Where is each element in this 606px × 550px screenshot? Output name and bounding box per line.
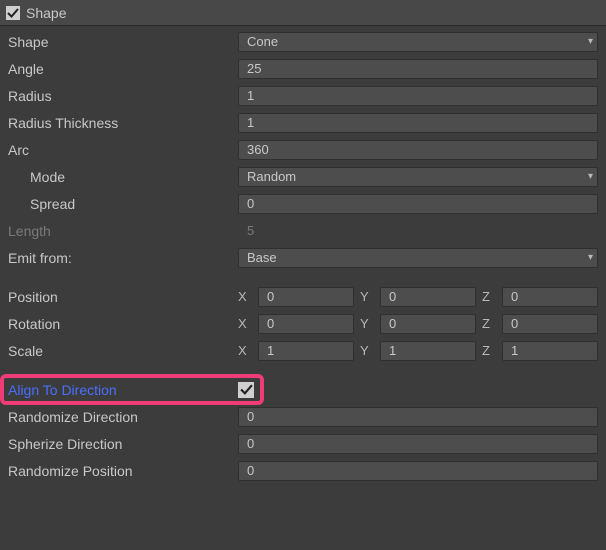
spherize-direction-label: Spherize Direction xyxy=(8,436,238,452)
y-label: Y xyxy=(360,316,374,331)
angle-row: Angle 25 xyxy=(0,55,606,82)
mode-value: Random xyxy=(247,169,296,184)
arc-field[interactable]: 360 xyxy=(238,140,598,160)
dropdown-caret-icon: ▾ xyxy=(588,37,593,47)
align-to-direction-label: Align To Direction xyxy=(8,382,238,398)
dropdown-caret-icon: ▾ xyxy=(588,172,593,182)
randomize-direction-row: Randomize Direction 0 xyxy=(0,403,606,430)
module-enable-checkbox[interactable] xyxy=(6,6,20,20)
y-label: Y xyxy=(360,289,374,304)
mode-row: Mode Random ▾ xyxy=(0,163,606,190)
z-label: Z xyxy=(482,316,496,331)
align-to-direction-checkbox[interactable] xyxy=(238,382,254,398)
emit-from-dropdown[interactable]: Base ▾ xyxy=(238,248,598,268)
randomize-position-field[interactable]: 0 xyxy=(238,461,598,481)
x-label: X xyxy=(238,316,252,331)
x-label: X xyxy=(238,343,252,358)
module-header[interactable]: Shape xyxy=(0,0,606,26)
emit-from-label: Emit from: xyxy=(8,250,238,266)
scale-z-field[interactable]: 1 xyxy=(502,341,598,361)
length-field: 5 xyxy=(238,221,598,241)
z-label: Z xyxy=(482,289,496,304)
dropdown-caret-icon: ▾ xyxy=(588,253,593,263)
mode-label: Mode xyxy=(8,169,238,185)
x-label: X xyxy=(238,289,252,304)
rotation-row: Rotation X0 Y0 Z0 xyxy=(0,310,606,337)
length-row: Length 5 xyxy=(0,217,606,244)
shape-label: Shape xyxy=(8,34,238,50)
randomize-position-label: Randomize Position xyxy=(8,463,238,479)
emit-from-value: Base xyxy=(247,250,277,265)
length-label: Length xyxy=(8,223,238,239)
spread-row: Spread 0 xyxy=(0,190,606,217)
spread-field[interactable]: 0 xyxy=(238,194,598,214)
arc-label: Arc xyxy=(8,142,238,158)
scale-row: Scale X1 Y1 Z1 xyxy=(0,337,606,364)
align-to-direction-row: Align To Direction xyxy=(0,376,606,403)
shape-value: Cone xyxy=(247,34,278,49)
radius-field[interactable]: 1 xyxy=(238,86,598,106)
position-z-field[interactable]: 0 xyxy=(502,287,598,307)
radius-row: Radius 1 xyxy=(0,82,606,109)
position-label: Position xyxy=(8,289,238,305)
module-title: Shape xyxy=(26,5,66,21)
randomize-direction-label: Randomize Direction xyxy=(8,409,238,425)
radius-label: Radius xyxy=(8,88,238,104)
radius-thickness-field[interactable]: 1 xyxy=(238,113,598,133)
rotation-z-field[interactable]: 0 xyxy=(502,314,598,334)
z-label: Z xyxy=(482,343,496,358)
randomize-direction-field[interactable]: 0 xyxy=(238,407,598,427)
radius-thickness-label: Radius Thickness xyxy=(8,115,238,131)
shape-module-panel: Shape Shape Cone ▾ Angle 25 Radius 1 xyxy=(0,0,606,550)
rotation-label: Rotation xyxy=(8,316,238,332)
angle-label: Angle xyxy=(8,61,238,77)
module-body: Shape Cone ▾ Angle 25 Radius 1 Radius Th… xyxy=(0,26,606,484)
position-y-field[interactable]: 0 xyxy=(380,287,476,307)
rotation-x-field[interactable]: 0 xyxy=(258,314,354,334)
scale-label: Scale xyxy=(8,343,238,359)
emit-from-row: Emit from: Base ▾ xyxy=(0,244,606,271)
position-x-field[interactable]: 0 xyxy=(258,287,354,307)
y-label: Y xyxy=(360,343,374,358)
mode-dropdown[interactable]: Random ▾ xyxy=(238,167,598,187)
radius-thickness-row: Radius Thickness 1 xyxy=(0,109,606,136)
arc-row: Arc 360 xyxy=(0,136,606,163)
spherize-direction-row: Spherize Direction 0 xyxy=(0,430,606,457)
position-row: Position X0 Y0 Z0 xyxy=(0,283,606,310)
randomize-position-row: Randomize Position 0 xyxy=(0,457,606,484)
shape-row: Shape Cone ▾ xyxy=(0,28,606,55)
scale-x-field[interactable]: 1 xyxy=(258,341,354,361)
angle-field[interactable]: 25 xyxy=(238,59,598,79)
rotation-y-field[interactable]: 0 xyxy=(380,314,476,334)
shape-dropdown[interactable]: Cone ▾ xyxy=(238,32,598,52)
spread-label: Spread xyxy=(8,196,238,212)
scale-y-field[interactable]: 1 xyxy=(380,341,476,361)
spherize-direction-field[interactable]: 0 xyxy=(238,434,598,454)
